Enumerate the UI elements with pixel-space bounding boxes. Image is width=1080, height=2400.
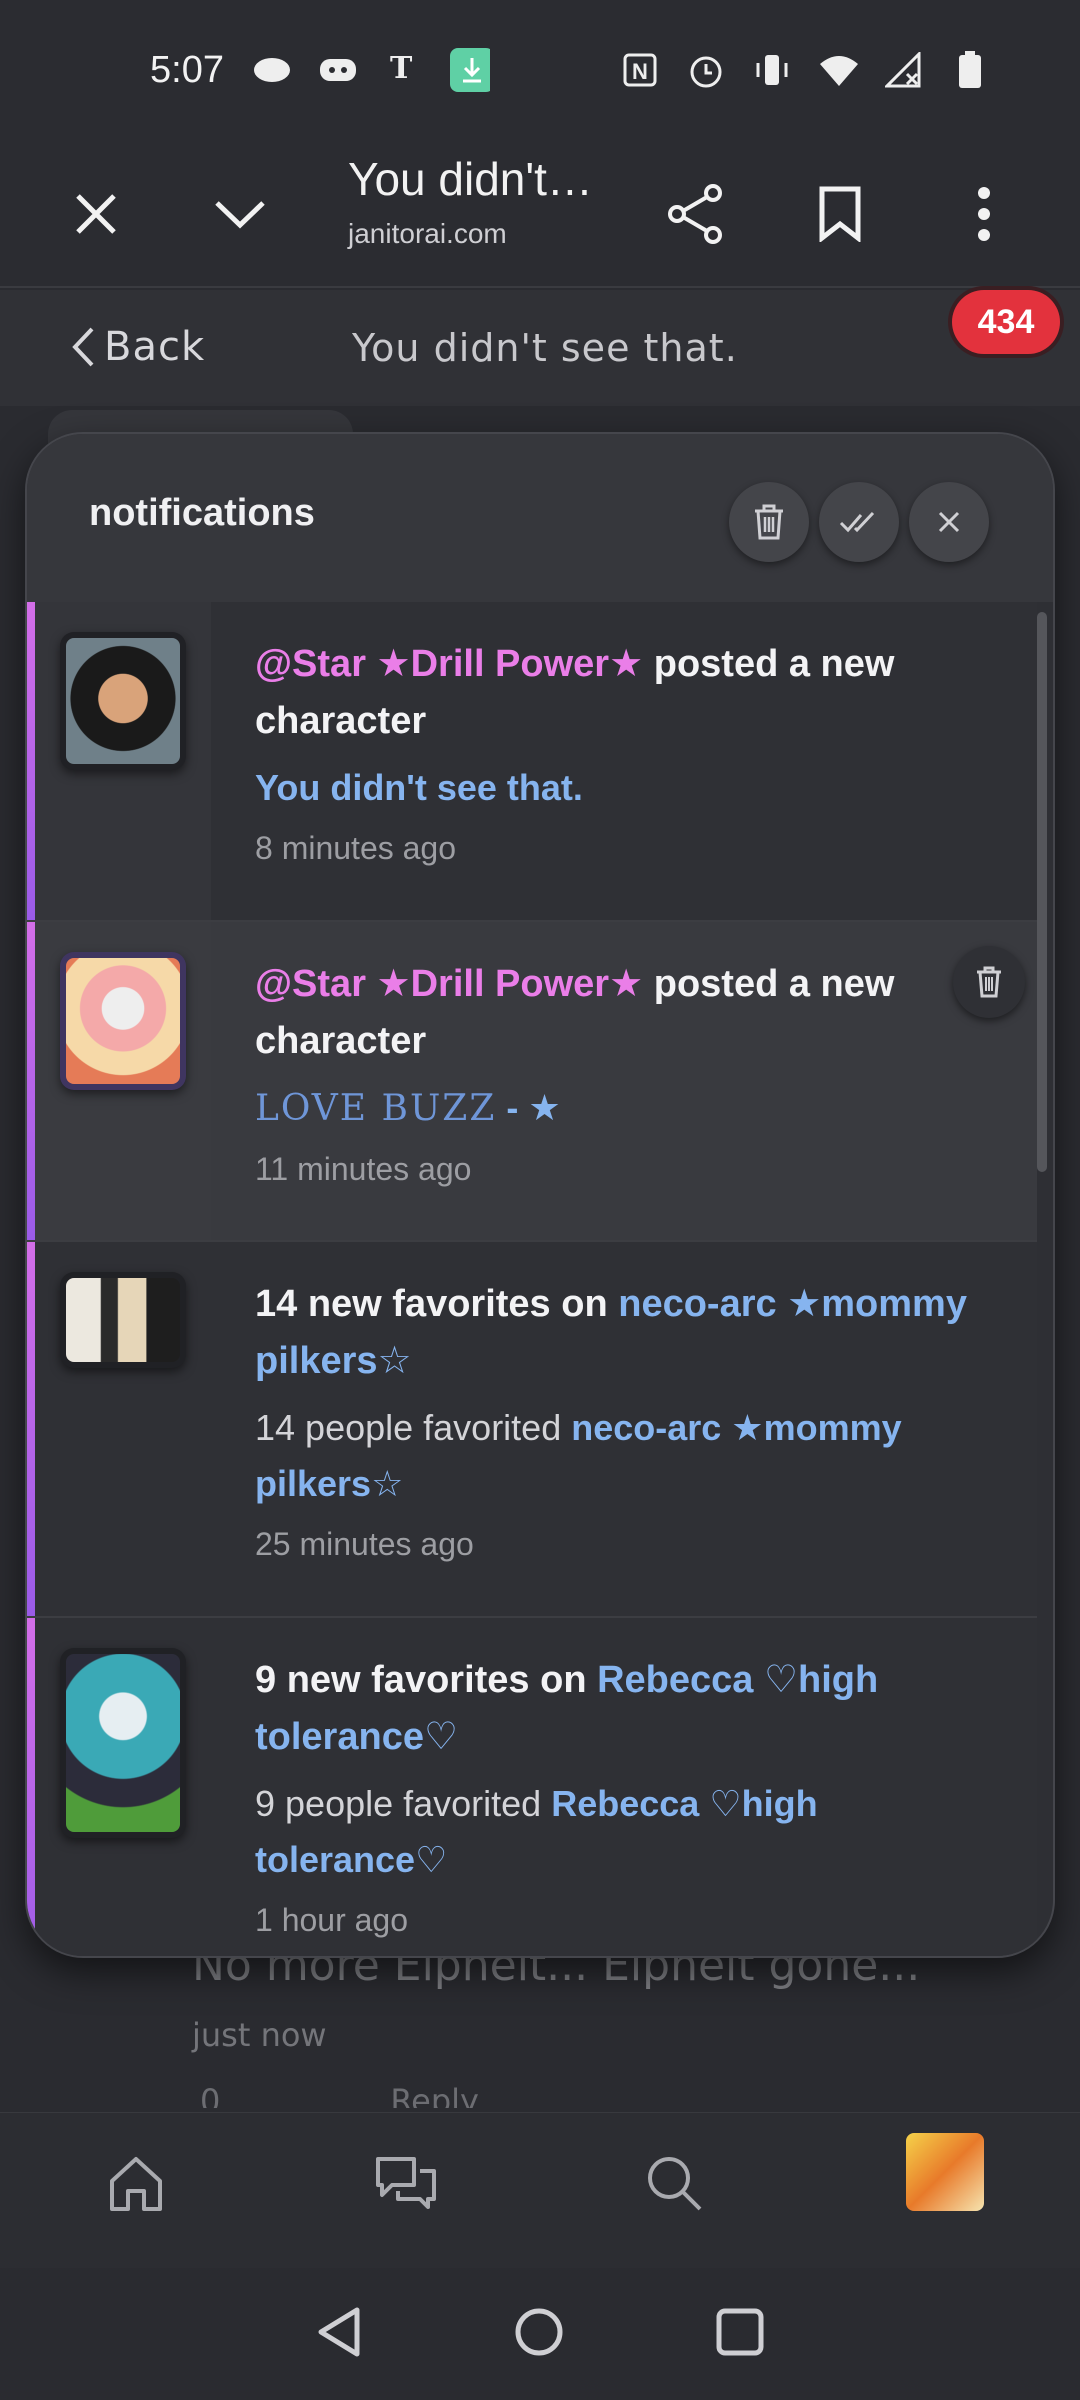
triangle-back-icon <box>318 2307 360 2356</box>
delete-all-button[interactable] <box>729 482 809 562</box>
user-link[interactable]: @Star ★Drill Power★ <box>255 963 643 1005</box>
nav-search[interactable] <box>634 2143 714 2223</box>
download-icon <box>449 48 490 92</box>
notification-headline: @Star ★Drill Power★ posted a new charact… <box>255 963 895 1062</box>
close-icon <box>938 511 960 533</box>
svg-text:T: T <box>390 51 413 86</box>
home-nav-button[interactable] <box>513 2306 565 2363</box>
double-check-icon <box>839 511 875 533</box>
system-navigation <box>0 2268 1080 2400</box>
close-panel-button[interactable] <box>909 482 989 562</box>
notifications-title: notifications <box>89 492 315 534</box>
circle-home-icon <box>515 2308 563 2355</box>
status-time: 5:07 <box>150 48 224 91</box>
nfc-icon: N <box>620 50 660 90</box>
notification-item[interactable]: 9 new favorites on Rebecca ♡high toleran… <box>27 1618 1037 1956</box>
svg-text:N: N <box>632 59 648 84</box>
chat-app-icon <box>252 50 292 90</box>
notifications-header: notifications <box>27 434 1053 602</box>
notification-headline: @Star ★Drill Power★ posted a new charact… <box>255 643 895 742</box>
character-link[interactable]: You didn't see that. <box>255 760 997 816</box>
nav-chats[interactable] <box>366 2143 446 2223</box>
bookmark-button[interactable] <box>800 174 880 254</box>
back-label: Back <box>104 324 206 370</box>
more-vertical-icon <box>978 187 990 241</box>
notification-time: 1 hour ago <box>255 1902 409 1938</box>
browser-page-title: You didn't… <box>348 153 593 205</box>
trash-icon <box>977 966 1001 998</box>
notification-time: 8 minutes ago <box>255 830 457 866</box>
notification-headline: 9 new favorites on Rebecca ♡high toleran… <box>255 1659 879 1758</box>
unread-indicator <box>27 602 35 920</box>
cellular-signal-icon <box>884 50 924 90</box>
search-icon <box>648 2157 702 2211</box>
notification-item[interactable]: 14 new favorites on neco-arc ★mommy pilk… <box>27 1242 1037 1618</box>
more-options-button[interactable] <box>944 174 1024 254</box>
minimize-tab-button[interactable] <box>200 174 280 254</box>
comment-actions: 0 Reply <box>200 2082 479 2108</box>
chevron-left-icon <box>72 327 94 367</box>
bottom-navigation <box>0 2112 1080 2268</box>
character-avatar[interactable] <box>60 632 186 770</box>
like-count[interactable]: 0 <box>200 2082 220 2108</box>
status-bar: 5:07 T N <box>0 0 1080 140</box>
character-avatar[interactable] <box>60 1272 186 1368</box>
mark-all-read-button[interactable] <box>819 482 899 562</box>
wifi-icon <box>818 50 858 90</box>
browser-url: janitorai.com <box>348 218 507 249</box>
list-scrollbar[interactable] <box>1037 612 1047 1172</box>
battery-icon <box>950 50 990 90</box>
nav-home[interactable] <box>96 2143 176 2223</box>
page-title: You didn't see that. <box>352 326 738 370</box>
unread-indicator <box>27 1618 35 1956</box>
notification-item[interactable]: @Star ★Drill Power★ posted a new charact… <box>27 602 1037 922</box>
character-avatar[interactable] <box>60 952 186 1090</box>
discord-icon <box>318 50 358 90</box>
chevron-down-icon <box>215 201 265 229</box>
delete-notification-button[interactable] <box>953 946 1025 1018</box>
character-link[interactable]: LOVE BUZZ - ★ <box>255 1080 997 1137</box>
site-header: Back You didn't see that. 434 <box>0 290 1080 406</box>
comment-time: just now <box>192 2016 327 2054</box>
notification-headline: 14 new favorites on neco-arc ★mommy pilk… <box>255 1283 967 1382</box>
bookmark-icon <box>819 186 861 242</box>
notification-time: 11 minutes ago <box>255 1151 472 1187</box>
user-link[interactable]: @Star ★Drill Power★ <box>255 643 643 685</box>
chat-bubbles-icon <box>376 2157 436 2209</box>
home-icon <box>110 2157 162 2211</box>
tmobile-play-icon: T <box>384 50 424 90</box>
notification-time: 25 minutes ago <box>255 1526 474 1562</box>
notification-item[interactable]: @Star ★Drill Power★ posted a new charact… <box>27 922 1037 1242</box>
unread-indicator <box>27 922 35 1240</box>
notification-detail: 14 people favorited neco-arc ★mommy pilk… <box>255 1407 902 1504</box>
close-icon <box>76 194 116 234</box>
trash-icon <box>755 504 783 540</box>
share-icon <box>668 184 722 244</box>
share-button[interactable] <box>656 174 736 254</box>
notifications-list[interactable]: @Star ★Drill Power★ posted a new charact… <box>27 602 1037 1956</box>
back-nav-button[interactable] <box>315 2306 363 2363</box>
close-tab-button[interactable] <box>56 174 136 254</box>
notification-count-badge[interactable]: 434 <box>952 290 1060 354</box>
character-avatar[interactable] <box>60 1648 186 1838</box>
alarm-icon <box>686 50 726 90</box>
reply-button[interactable]: Reply <box>390 2082 479 2108</box>
unread-indicator <box>27 1242 35 1616</box>
square-recents-icon <box>716 2308 764 2355</box>
back-button[interactable]: Back <box>70 324 205 370</box>
vibrate-icon <box>752 50 792 90</box>
browser-toolbar: You didn't… janitorai.com <box>0 140 1080 288</box>
nav-profile-avatar[interactable] <box>906 2133 984 2211</box>
notifications-panel: notifications @Star ★Drill Power★ posted… <box>25 432 1055 1958</box>
recents-nav-button[interactable] <box>715 2307 765 2362</box>
notification-detail: 9 people favorited Rebecca ♡high toleran… <box>255 1783 818 1880</box>
